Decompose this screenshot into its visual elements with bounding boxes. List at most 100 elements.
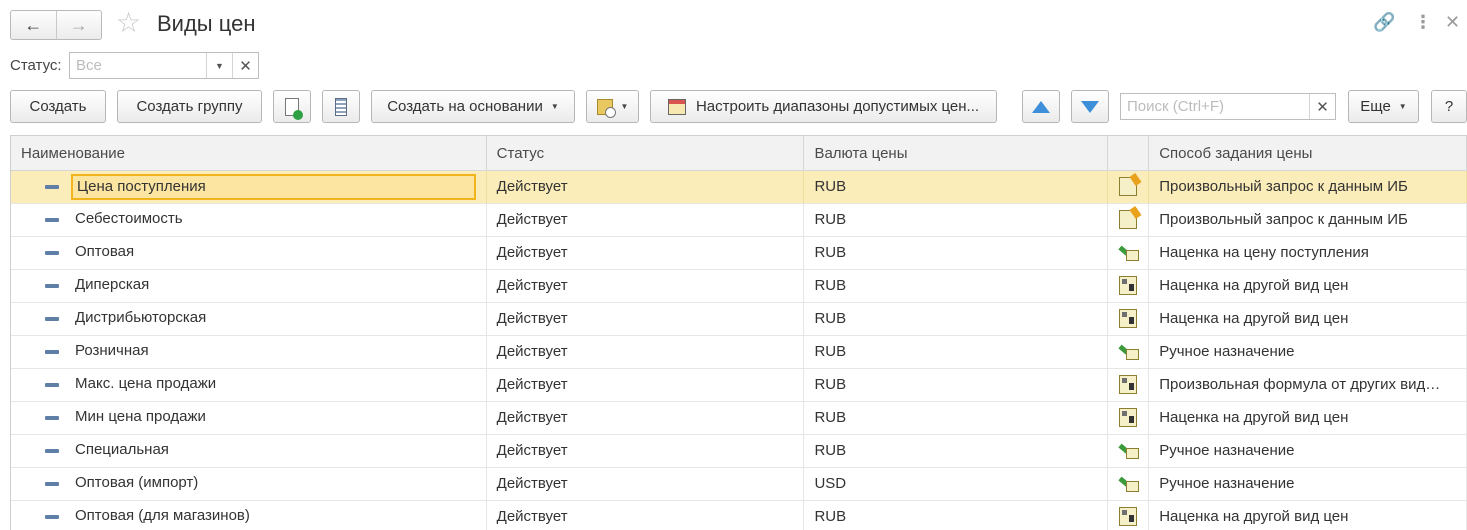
cell-method[interactable]: Наценка на другой вид цен	[1149, 501, 1467, 530]
cell-method-icon[interactable]	[1108, 501, 1150, 530]
cell-name[interactable]: Оптовая	[11, 237, 487, 269]
cell-status[interactable]: Действует	[487, 204, 805, 236]
arrow-right-icon[interactable]: →	[55, 11, 102, 39]
cell-currency[interactable]: RUB	[804, 402, 1109, 434]
more-label: Еще	[1360, 98, 1391, 115]
column-header-currency[interactable]: Валюта цены	[804, 136, 1109, 171]
table-row[interactable]: Оптовая (импорт) Действует USD Ручное назна…	[11, 468, 1467, 501]
cell-name[interactable]: Макс. цена продажи	[11, 369, 487, 401]
table-row[interactable]: Мин цена продажи Действует RUB Наценка на д…	[11, 402, 1467, 435]
chevron-down-icon[interactable]: ▼	[206, 53, 232, 78]
cell-currency[interactable]: RUB	[804, 270, 1109, 302]
cell-name[interactable]: Розничная	[11, 336, 487, 368]
cell-status[interactable]: Действует	[487, 369, 805, 401]
table-row[interactable]: Цена поступления Действует RUB Произвольный…	[11, 171, 1467, 204]
create-button[interactable]: Создать	[10, 90, 106, 123]
cell-method[interactable]: Произвольная формула от других вид…	[1149, 369, 1467, 401]
cell-method-icon[interactable]	[1108, 303, 1150, 335]
table-row[interactable]: Розничная Действует RUB Ручное назначение	[11, 336, 1467, 369]
column-header-icon[interactable]	[1108, 136, 1150, 171]
cell-status[interactable]: Действует	[487, 402, 805, 434]
cell-method[interactable]: Ручное назначение	[1149, 435, 1467, 467]
clear-icon[interactable]: ✕	[232, 53, 258, 78]
cell-method[interactable]: Ручное назначение	[1149, 336, 1467, 368]
create-based-on-button[interactable]: Создать на основании ▼	[371, 90, 575, 123]
cell-method[interactable]: Наценка на другой вид цен	[1149, 303, 1467, 335]
cell-name[interactable]: Цена поступления	[11, 171, 487, 203]
manual-method-icon	[1119, 243, 1140, 262]
move-down-button[interactable]	[1071, 90, 1109, 123]
cell-name[interactable]: Дистрибьюторская	[11, 303, 487, 335]
cell-method-icon[interactable]	[1108, 468, 1150, 500]
cell-name[interactable]: Специальная	[11, 435, 487, 467]
help-button[interactable]: ?	[1431, 90, 1467, 123]
cell-currency[interactable]: RUB	[804, 204, 1109, 236]
copy-button[interactable]	[273, 90, 311, 123]
arrow-left-icon[interactable]: ←	[11, 11, 56, 39]
close-icon[interactable]: ✕	[1445, 12, 1460, 33]
table-row[interactable]: Оптовая Действует RUB Наценка на цену посту…	[11, 237, 1467, 270]
cell-method[interactable]: Произвольный запрос к данным ИБ	[1149, 204, 1467, 236]
move-up-button[interactable]	[1022, 90, 1060, 123]
cell-status[interactable]: Действует	[487, 303, 805, 335]
cell-currency[interactable]: RUB	[804, 171, 1109, 203]
cell-currency[interactable]: RUB	[804, 369, 1109, 401]
cell-method-icon[interactable]	[1108, 336, 1150, 368]
create-group-button[interactable]: Создать группу	[117, 90, 262, 123]
cell-currency[interactable]: RUB	[804, 501, 1109, 530]
cell-method-icon[interactable]	[1108, 435, 1150, 467]
table-row[interactable]: Макс. цена продажи Действует RUB Произвольн…	[11, 369, 1467, 402]
list-button[interactable]	[322, 90, 360, 123]
cell-method-icon[interactable]	[1108, 171, 1150, 203]
link-icon[interactable]: 🔗	[1373, 12, 1395, 33]
more-button[interactable]: Еще ▼	[1348, 90, 1419, 123]
column-header-status[interactable]: Статус	[487, 136, 805, 171]
cell-method[interactable]: Наценка на цену поступления	[1149, 237, 1467, 269]
arrow-down-icon	[1081, 100, 1099, 113]
manual-method-icon	[1119, 441, 1140, 460]
cell-method-icon[interactable]	[1108, 237, 1150, 269]
clear-icon[interactable]: ✕	[1309, 94, 1335, 119]
cell-method-icon[interactable]	[1108, 402, 1150, 434]
cell-method-icon[interactable]	[1108, 270, 1150, 302]
cell-name[interactable]: Себестоимость	[11, 204, 487, 236]
table-row[interactable]: Дистрибьюторская Действует RUB Наценка на д…	[11, 303, 1467, 336]
cell-currency[interactable]: RUB	[804, 237, 1109, 269]
table-row[interactable]: Оптовая (для магазинов) Действует RUB Нацен…	[11, 501, 1467, 530]
table-row[interactable]: Специальная Действует RUB Ручное назначение	[11, 435, 1467, 468]
column-header-name[interactable]: Наименование	[11, 136, 487, 171]
cell-name[interactable]: Оптовая (для магазинов)	[11, 501, 487, 530]
cell-status[interactable]: Действует	[487, 237, 805, 269]
cell-name[interactable]: Диперская	[11, 270, 487, 302]
table-row[interactable]: Себестоимость Действует RUB Произвольный за…	[11, 204, 1467, 237]
cell-status[interactable]: Действует	[487, 468, 805, 500]
search-input[interactable]: Поиск (Ctrl+F)	[1121, 94, 1309, 119]
configure-price-ranges-button[interactable]: Настроить диапазоны допустимых цен...	[650, 90, 997, 123]
reports-button[interactable]: ▼	[586, 90, 639, 123]
cell-method-icon[interactable]	[1108, 369, 1150, 401]
cell-method-icon[interactable]	[1108, 204, 1150, 236]
arrow-up-icon	[1032, 100, 1050, 113]
status-filter-field[interactable]: Все ▼ ✕	[69, 52, 259, 79]
cell-status[interactable]: Действует	[487, 171, 805, 203]
cell-status[interactable]: Действует	[487, 501, 805, 530]
cell-currency[interactable]: RUB	[804, 303, 1109, 335]
cell-currency[interactable]: USD	[804, 468, 1109, 500]
table-row[interactable]: Диперская Действует RUB Наценка на другой в…	[11, 270, 1467, 303]
search-field[interactable]: Поиск (Ctrl+F) ✕	[1120, 93, 1336, 120]
cell-currency[interactable]: RUB	[804, 435, 1109, 467]
cell-name[interactable]: Мин цена продажи	[11, 402, 487, 434]
status-input[interactable]: Все	[70, 53, 206, 78]
star-icon[interactable]: ☆	[116, 9, 141, 37]
cell-method[interactable]: Наценка на другой вид цен	[1149, 270, 1467, 302]
cell-method[interactable]: Ручное назначение	[1149, 468, 1467, 500]
cell-currency[interactable]: RUB	[804, 336, 1109, 368]
cell-method[interactable]: Наценка на другой вид цен	[1149, 402, 1467, 434]
cell-name[interactable]: Оптовая (импорт)	[11, 468, 487, 500]
cell-status[interactable]: Действует	[487, 336, 805, 368]
more-vertical-icon[interactable]: ⋮	[1414, 12, 1432, 33]
cell-status[interactable]: Действует	[487, 435, 805, 467]
cell-status[interactable]: Действует	[487, 270, 805, 302]
column-header-method[interactable]: Способ задания цены	[1149, 136, 1467, 171]
cell-method[interactable]: Произвольный запрос к данным ИБ	[1149, 171, 1467, 203]
